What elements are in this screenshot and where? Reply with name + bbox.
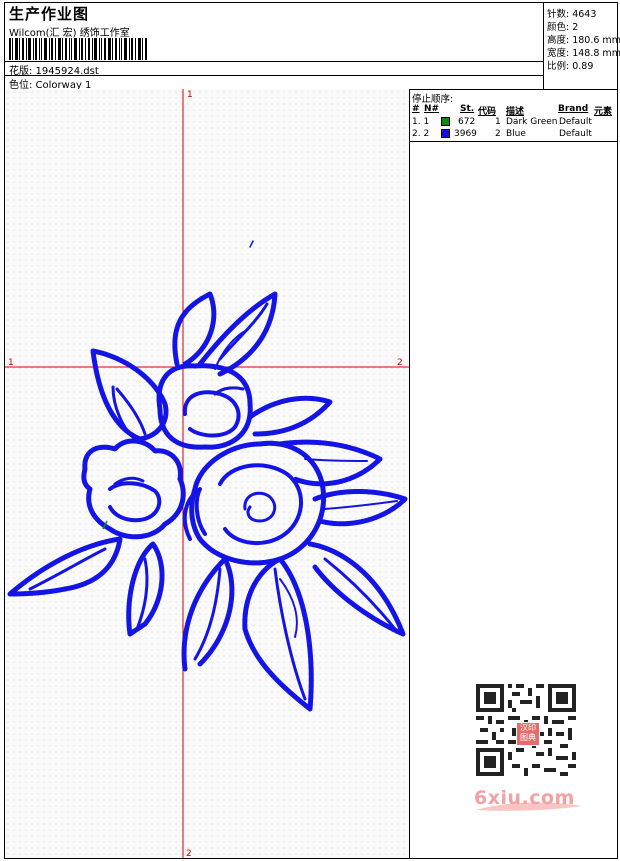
stat-width: 宽度: 148.8 mm [547, 48, 620, 59]
axis-label-bottom: 2 [186, 849, 192, 859]
axis-label-left: 1 [8, 358, 14, 368]
flower-stitches [7, 240, 408, 712]
col-code: 代码 [478, 107, 497, 117]
row-desc: Dark Green [506, 117, 558, 127]
barcode-icon [9, 38, 147, 60]
studio-name: Wilcom(汇 宏) 绣饰工作室 [9, 28, 130, 39]
color-swatch [441, 129, 450, 138]
row-desc: Blue [506, 129, 526, 139]
row-brand: Default [559, 129, 592, 139]
axis-label-top: 1 [187, 90, 193, 100]
col-n: N# [424, 104, 440, 114]
col-brand: Brand [558, 104, 589, 114]
design-canvas: 1 2 1 2 [5, 89, 410, 859]
stop-sequence-title: 停止顺序: [412, 94, 454, 105]
page-title: 生产作业图 [9, 5, 90, 23]
col-hash: # [412, 104, 420, 114]
embroidery-design [5, 89, 409, 858]
stat-height: 高度: 180.6 mm [547, 35, 620, 46]
stop-sequence-panel: 停止顺序: # N# St. 代码 描述 Brand 元素 1. 1 672 1… [410, 89, 617, 142]
col-element: 元素 [594, 107, 613, 117]
seal-text: 汉印图典 [520, 723, 536, 742]
worksheet-header: 生产作业图 Wilcom(汇 宏) 绣饰工作室 花版: 1945924.dst … [5, 3, 620, 91]
row-stitches: 672 [458, 117, 476, 127]
stat-stitches: 针数: 4643 [547, 9, 597, 20]
stat-scale: 比例: 0.89 [547, 61, 594, 72]
stats-box: 针数: 4643 颜色: 2 高度: 180.6 mm 宽度: 148.8 mm… [543, 3, 620, 89]
row-stitches: 3969 [454, 129, 477, 139]
row-code: 2 [495, 129, 501, 139]
seal-stamp: 汉印图典 [516, 722, 540, 746]
row-code: 1 [495, 117, 501, 127]
row-index: 1. 1 [412, 117, 430, 127]
row-index: 2. 2 [412, 129, 430, 139]
col-st: St. [460, 104, 475, 114]
stat-colors: 颜色: 2 [547, 22, 579, 33]
col-desc: 描述 [506, 107, 525, 117]
row-brand: Default [559, 117, 592, 127]
color-swatch [441, 117, 450, 126]
site-watermark: 6xiu.com [474, 787, 575, 809]
axis-label-right: 2 [397, 358, 403, 368]
